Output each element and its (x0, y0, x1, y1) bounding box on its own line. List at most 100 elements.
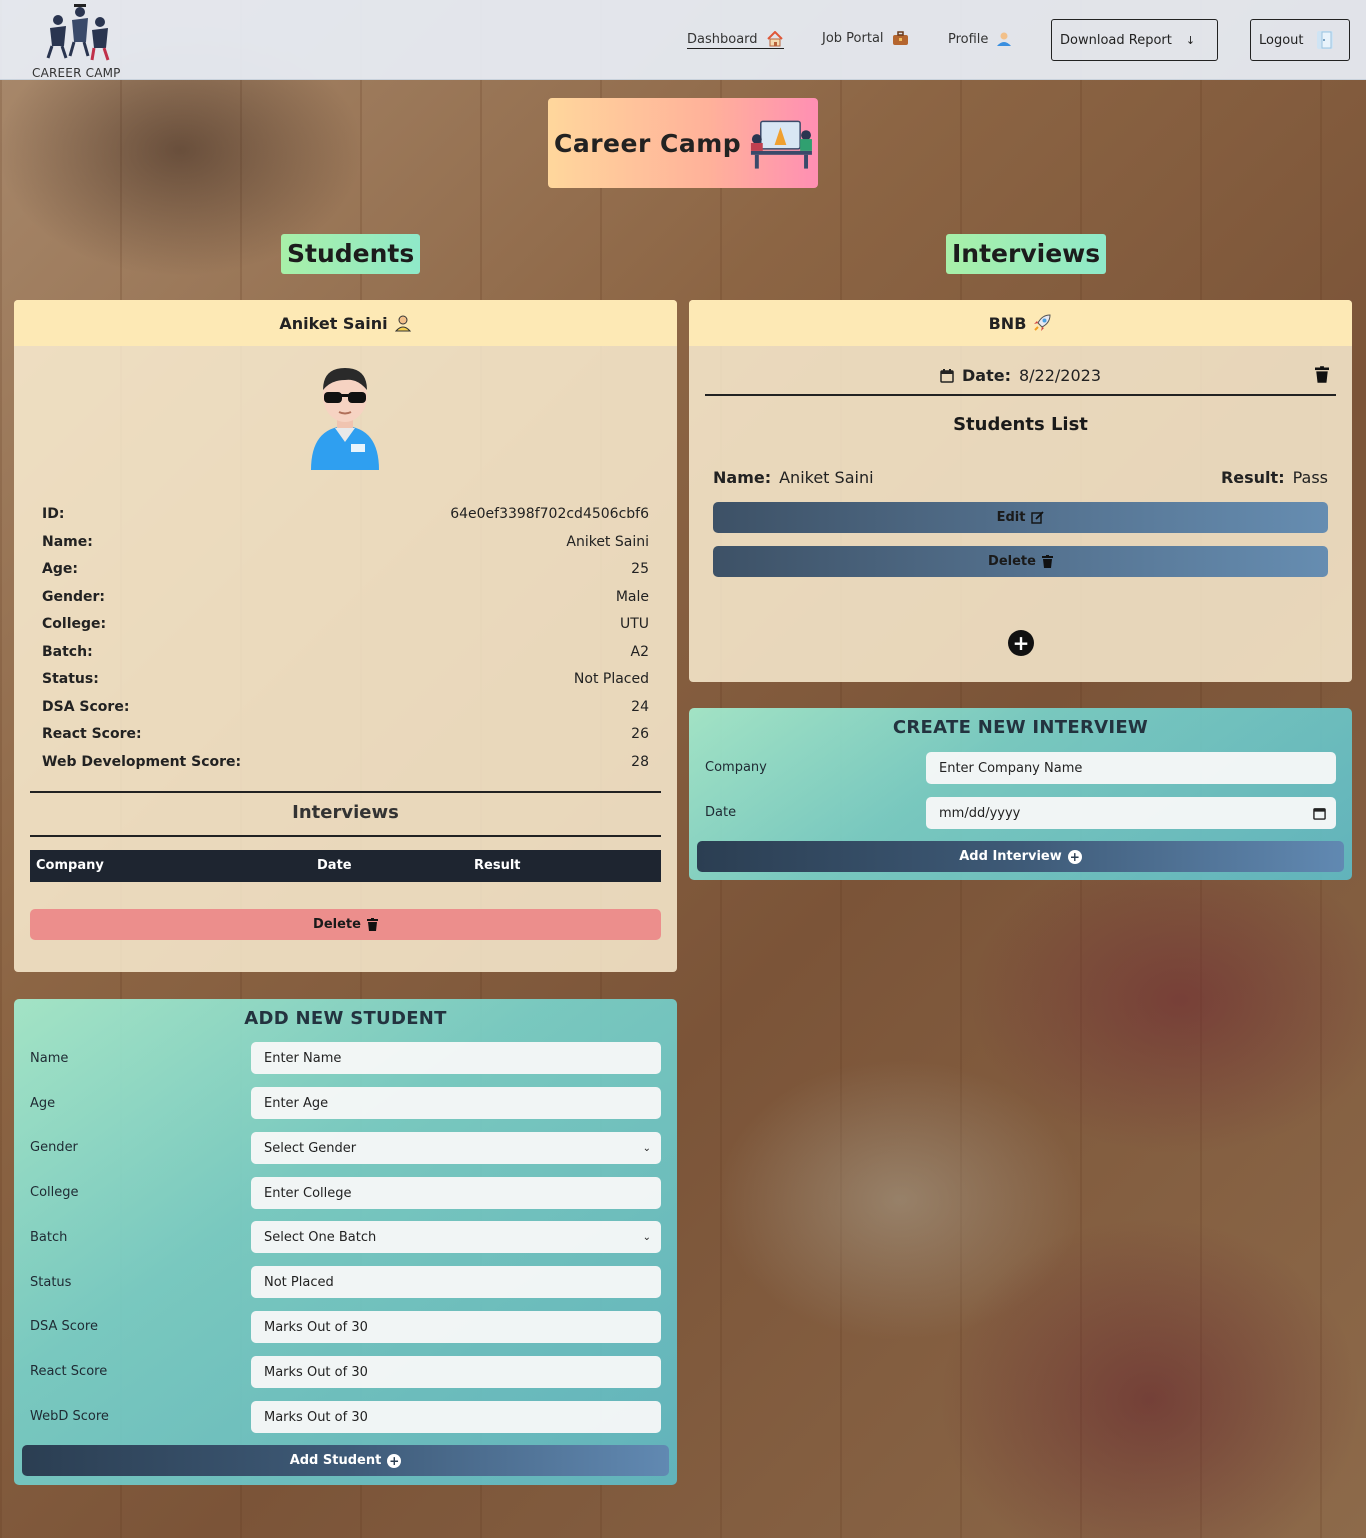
field-webdev-score-value: 28 (631, 754, 649, 770)
status-label: Status (30, 1275, 72, 1290)
add-student-title: ADD NEW STUDENT (244, 1008, 447, 1029)
calendar-picker-icon[interactable] (1313, 807, 1326, 820)
nav-job-portal[interactable]: Job Portal (822, 31, 909, 46)
gender-select-value: Select Gender (264, 1140, 357, 1156)
status-input[interactable]: Not Placed (251, 1266, 661, 1298)
download-report-button[interactable]: Download Report ↓ (1051, 19, 1218, 61)
dsa-score-label: DSA Score (30, 1319, 98, 1334)
interview-student-name-label: Name: (713, 468, 772, 487)
field-id: ID: 64e0ef3398f702cd4506cbf6 (42, 506, 649, 522)
logout-door-icon (1316, 31, 1333, 49)
status-input-value: Not Placed (264, 1274, 334, 1290)
logo[interactable]: CAREER CAMP (32, 2, 122, 80)
field-react-score-key: React Score: (42, 726, 142, 742)
field-college-value: UTU (619, 616, 649, 632)
add-student-button[interactable]: Add Student + (22, 1445, 669, 1476)
student-card-header: Aniket Saini (14, 300, 677, 346)
age-input-placeholder: Enter Age (264, 1095, 329, 1111)
rocket-icon (1034, 314, 1051, 331)
company-input[interactable]: Enter Company Name (926, 752, 1336, 784)
field-gender-key: Gender: (42, 589, 105, 605)
name-label: Name (30, 1051, 69, 1066)
interview-company-name: BNB (988, 313, 1027, 333)
field-dsa-score-key: DSA Score: (42, 699, 130, 715)
interview-card: BNB Date: 8/22/2023 Students List Name: … (689, 300, 1352, 682)
field-age-key: Age: (42, 561, 78, 577)
graduates-logo-icon (46, 4, 110, 61)
table-header-company: Company (36, 858, 104, 873)
students-list-heading: Students List (953, 414, 1088, 435)
field-webdev-score-key: Web Development Score: (42, 754, 242, 770)
dsa-score-placeholder: Marks Out of 30 (264, 1319, 368, 1335)
field-dsa-score-value: 24 (631, 699, 649, 715)
interviews-section-title: Interviews (946, 234, 1107, 274)
nav-profile[interactable]: Profile (948, 31, 1012, 47)
college-label: College (30, 1185, 79, 1200)
react-score-input[interactable]: Marks Out of 30 (251, 1356, 661, 1388)
dsa-score-input[interactable]: Marks Out of 30 (251, 1311, 661, 1343)
field-batch: Batch: A2 (42, 644, 649, 660)
nav-dashboard[interactable]: Dashboard (687, 31, 784, 49)
logout-label: Logout (1259, 32, 1304, 48)
nav-dashboard-label: Dashboard (687, 31, 758, 47)
field-webdev-score: Web Development Score: 28 (42, 754, 649, 770)
home-icon (766, 31, 783, 47)
batch-label: Batch (30, 1230, 68, 1245)
create-interview-title: CREATE NEW INTERVIEW (892, 717, 1149, 738)
college-input-placeholder: Enter College (264, 1185, 352, 1201)
logout-button[interactable]: Logout (1250, 19, 1350, 61)
field-name: Name: Aniket Saini (42, 534, 649, 550)
chevron-down-icon: ⌄ (642, 1142, 651, 1154)
field-id-value: 64e0ef3398f702cd4506cbf6 (450, 506, 649, 522)
name-input[interactable]: Enter Name (251, 1042, 661, 1074)
field-react-score-value: 26 (631, 726, 649, 742)
field-gender-value: Male (615, 589, 649, 605)
student-interviews-table-header: Company Date Result (30, 850, 661, 882)
gender-select[interactable]: Select Gender ⌄ (251, 1132, 661, 1164)
interview-date-label: Date: (961, 366, 1011, 385)
field-dsa-score: DSA Score: 24 (42, 699, 649, 715)
date-label: Date (705, 805, 737, 820)
webd-score-placeholder: Marks Out of 30 (264, 1409, 368, 1425)
edit-icon (1031, 511, 1045, 524)
edit-result-button[interactable]: Edit (713, 502, 1328, 533)
delete-interview-trash-icon[interactable] (1315, 366, 1329, 383)
react-score-label: React Score (30, 1364, 108, 1379)
field-age: Age: 25 (42, 561, 649, 577)
add-interview-button[interactable]: Add Interview + (697, 841, 1344, 872)
students-section-title: Students (281, 234, 421, 274)
person-emoji-icon (394, 315, 411, 332)
add-student-label: Add Student (289, 1453, 382, 1468)
field-id-key: ID: (42, 506, 65, 522)
age-input[interactable]: Enter Age (251, 1087, 661, 1119)
field-react-score: React Score: 26 (42, 726, 649, 742)
react-score-placeholder: Marks Out of 30 (264, 1364, 368, 1380)
workspace-illustration-icon (751, 120, 813, 169)
company-input-placeholder: Enter Company Name (939, 760, 1083, 776)
user-icon (997, 32, 1012, 46)
nav-profile-label: Profile (948, 31, 989, 47)
webd-score-input[interactable]: Marks Out of 30 (251, 1401, 661, 1433)
interview-result-value: Pass (1292, 468, 1328, 487)
add-student-to-interview-plus-icon[interactable]: + (1008, 630, 1034, 656)
add-interview-label: Add Interview (959, 849, 1062, 864)
interview-student-result-row: Result: Pass (1221, 468, 1328, 487)
college-input[interactable]: Enter College (251, 1177, 661, 1209)
hero-title: Career Camp (554, 128, 742, 158)
webd-score-label: WebD Score (30, 1409, 109, 1424)
field-status-value: Not Placed (573, 671, 649, 687)
delete-student-button[interactable]: Delete (30, 909, 661, 940)
divider (705, 394, 1336, 396)
delete-student-from-interview-button[interactable]: Delete (713, 546, 1328, 577)
table-header-date: Date (317, 858, 352, 873)
date-input[interactable]: mm/dd/yyyy (926, 797, 1336, 829)
navbar: CAREER CAMP Dashboard Job Portal Profile… (0, 0, 1366, 80)
student-card-name: Aniket Saini (279, 313, 388, 333)
company-label: Company (705, 760, 767, 775)
briefcase-icon (892, 31, 908, 45)
interview-student-name-row: Name: Aniket Saini (713, 468, 874, 487)
delete-student-from-interview-label: Delete (988, 554, 1036, 569)
batch-select-value: Select One Batch (264, 1229, 377, 1245)
batch-select[interactable]: Select One Batch ⌄ (251, 1221, 661, 1253)
field-gender: Gender: Male (42, 589, 649, 605)
